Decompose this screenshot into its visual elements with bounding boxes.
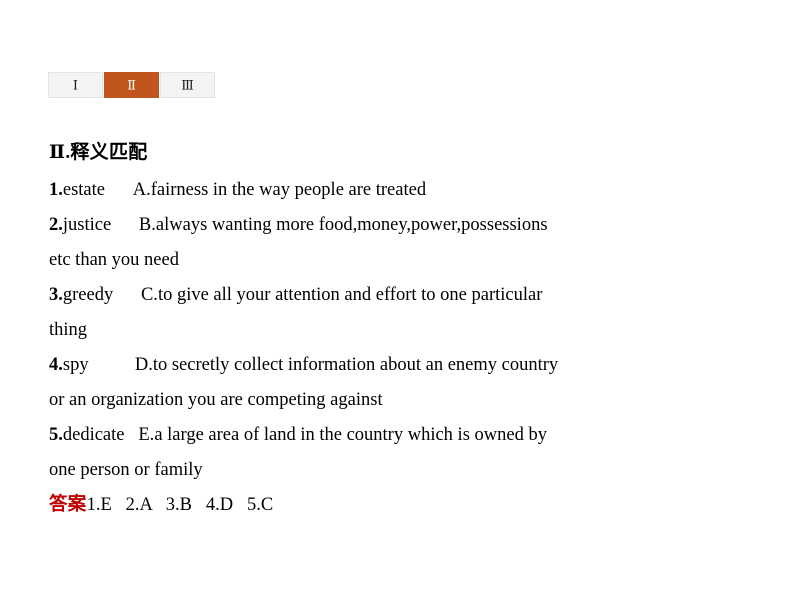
tab-roman-3-label: Ⅲ — [181, 77, 194, 92]
match-item-2: 2.justice B.always wanting more food,mon… — [49, 208, 749, 243]
tab-roman-1[interactable]: Ⅰ — [48, 72, 103, 98]
match-item-3-wrap: thing — [49, 320, 88, 340]
match-item-3-letter: C. — [140, 285, 158, 305]
match-item-4-gap — [89, 348, 135, 383]
match-item-5-letter: E. — [138, 425, 155, 445]
match-item-2-gap — [111, 208, 139, 243]
worksheet-page: Ⅰ Ⅱ Ⅲ Ⅱ.释义匹配 1.estate A.fairness in the … — [0, 0, 794, 596]
match-item-2-number: 2. — [49, 215, 63, 235]
match-item-4: 4.spy D.to secretly collect information … — [49, 348, 749, 383]
section-title: Ⅱ.释义匹配 — [49, 142, 148, 163]
match-item-4-term: spy — [62, 355, 89, 375]
match-item-1: 1.estate A.fairness in the way people ar… — [49, 173, 749, 208]
answer-values: 1.E 2.A 3.B 4.D 5.C — [86, 495, 274, 515]
match-item-5-definition: a large area of land in the country whic… — [154, 425, 547, 445]
match-item-3-gap — [113, 278, 141, 313]
match-item-1-gap — [105, 173, 133, 208]
match-item-2-letter: B. — [138, 215, 156, 235]
match-item-1-letter: A. — [132, 180, 151, 200]
match-item-5-number: 5. — [49, 425, 63, 445]
tab-roman-3[interactable]: Ⅲ — [160, 72, 215, 98]
answer-row: 答案1.E 2.A 3.B 4.D 5.C — [49, 488, 749, 523]
exercise-content: Ⅱ.释义匹配 1.estate A.fairness in the way pe… — [49, 138, 749, 523]
tab-roman-2-label: Ⅱ — [127, 77, 136, 92]
match-item-3-term: greedy — [62, 285, 114, 305]
match-item-5: 5.dedicate E.a large area of land in the… — [49, 418, 749, 453]
match-item-1-term: estate — [62, 180, 105, 200]
match-item-2-definition: always wanting more food,money,power,pos… — [155, 215, 548, 235]
match-item-4-wrap: or an organization you are competing aga… — [49, 390, 383, 410]
answer-label: 答案 — [49, 495, 87, 515]
match-item-5-gap — [125, 418, 139, 453]
match-item-4-definition: to secretly collect information about an… — [152, 355, 559, 375]
match-item-4-number: 4. — [49, 355, 63, 375]
match-item-1-number: 1. — [49, 180, 63, 200]
match-item-5-term: dedicate — [62, 425, 125, 445]
match-item-2-term: justice — [62, 215, 112, 235]
match-item-1-definition: fairness in the way people are treated — [150, 180, 427, 200]
match-item-3: 3.greedy C.to give all your attention an… — [49, 278, 749, 313]
match-item-4-letter: D. — [134, 355, 153, 375]
match-item-3-number: 3. — [49, 285, 63, 305]
section-tab-strip: Ⅰ Ⅱ Ⅲ — [48, 72, 216, 98]
tab-roman-2[interactable]: Ⅱ — [104, 72, 159, 98]
tab-roman-1-label: Ⅰ — [72, 77, 79, 92]
match-item-5-wrap: one person or family — [49, 460, 203, 480]
match-item-2-wrap: etc than you need — [49, 250, 179, 270]
match-item-3-definition: to give all your attention and effort to… — [157, 285, 543, 305]
